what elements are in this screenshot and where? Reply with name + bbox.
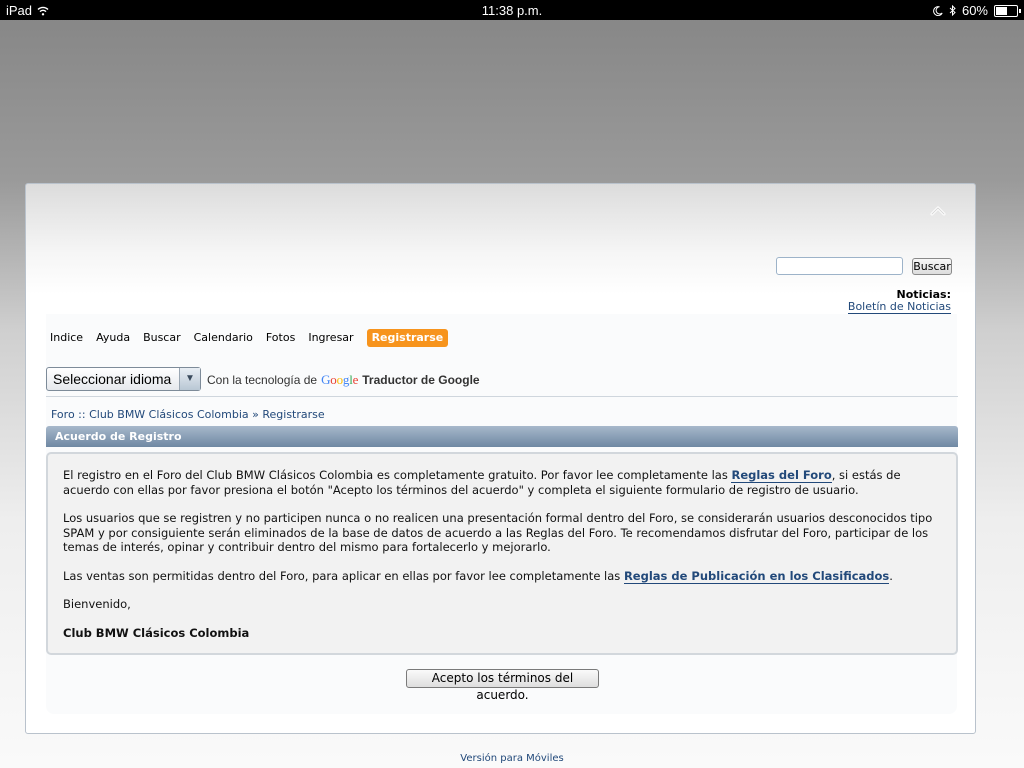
- breadcrumb: Foro :: Club BMW Clásicos Colombia » Reg…: [51, 408, 325, 421]
- bluetooth-icon: [949, 5, 956, 16]
- agreement-text: Las ventas son permitidas dentro del For…: [63, 568, 624, 583]
- classifieds-rules-link[interactable]: Reglas de Publicación en los Clasificado…: [623, 568, 890, 584]
- agreement-box: El registro en el Foro del Club BMW Clás…: [46, 452, 958, 655]
- powered-by-text: Con la tecnología de: [207, 373, 318, 387]
- collapse-icon[interactable]: [929, 204, 947, 218]
- nav-item-indice[interactable]: Indice: [50, 329, 83, 347]
- agreement-text: .: [889, 568, 893, 583]
- forum-rules-link[interactable]: Reglas del Foro: [731, 468, 832, 483]
- dropdown-arrow-icon: ▼: [179, 368, 200, 390]
- breadcrumb-root[interactable]: Foro :: Club BMW Clásicos Colombia: [51, 408, 249, 421]
- breadcrumb-separator: »: [252, 408, 259, 421]
- section-header: Acuerdo de Registro: [46, 426, 958, 447]
- search-button[interactable]: Buscar: [912, 258, 952, 275]
- status-time: 11:38 p.m.: [481, 3, 543, 18]
- accept-terms-button[interactable]: Acepto los términos del acuerdo.: [406, 669, 599, 702]
- ios-status-bar: iPad 11:38 p.m. 60%: [0, 0, 1024, 20]
- language-select[interactable]: Seleccionar idioma ▼: [46, 367, 201, 391]
- agreement-text: El registro en el Foro del Club BMW Clás…: [63, 468, 732, 482]
- language-select-value: Seleccionar idioma: [53, 371, 172, 387]
- breadcrumb-current[interactable]: Registrarse: [262, 408, 324, 421]
- moon-icon: [933, 5, 943, 16]
- mobile-version-link[interactable]: Versión para Móviles: [0, 753, 1024, 764]
- nav-item-calendario[interactable]: Calendario: [194, 329, 253, 347]
- agreement-paragraph-3: Las ventas son permitidas dentro del For…: [63, 568, 941, 584]
- nav-item-fotos[interactable]: Fotos: [266, 329, 295, 347]
- divider: [46, 396, 958, 397]
- greeting: Bienvenido,: [63, 597, 131, 611]
- content-panel: Indice Ayuda Buscar Calendario Fotos Ing…: [46, 314, 958, 714]
- forum-container: Buscar Noticias: Boletín de Noticias Ind…: [25, 183, 976, 734]
- google-logo: Google: [321, 372, 359, 387]
- signature: Club BMW Clásicos Colombia: [63, 625, 250, 640]
- nav-item-ingresar[interactable]: Ingresar: [308, 329, 353, 347]
- main-nav: Indice Ayuda Buscar Calendario Fotos Ing…: [50, 329, 449, 347]
- translator-name: Traductor de Google: [362, 373, 480, 387]
- news-link[interactable]: Boletín de Noticias: [847, 300, 951, 314]
- nav-item-ayuda[interactable]: Ayuda: [96, 329, 130, 347]
- battery-fill: [996, 6, 1007, 15]
- battery-percent: 60%: [961, 3, 988, 18]
- agreement-paragraph-1: El registro en el Foro del Club BMW Clás…: [63, 468, 941, 497]
- google-translate-credit: Con la tecnología de Google Traductor de…: [207, 372, 480, 388]
- search-input[interactable]: [776, 257, 903, 275]
- nav-item-registrarse[interactable]: Registrarse: [366, 329, 449, 347]
- nav-item-buscar[interactable]: Buscar: [143, 329, 181, 347]
- status-right: 60%: [933, 3, 1021, 18]
- agreement-paragraph-2: Los usuarios que se registren y no parti…: [63, 511, 933, 554]
- battery-icon: [994, 4, 1021, 17]
